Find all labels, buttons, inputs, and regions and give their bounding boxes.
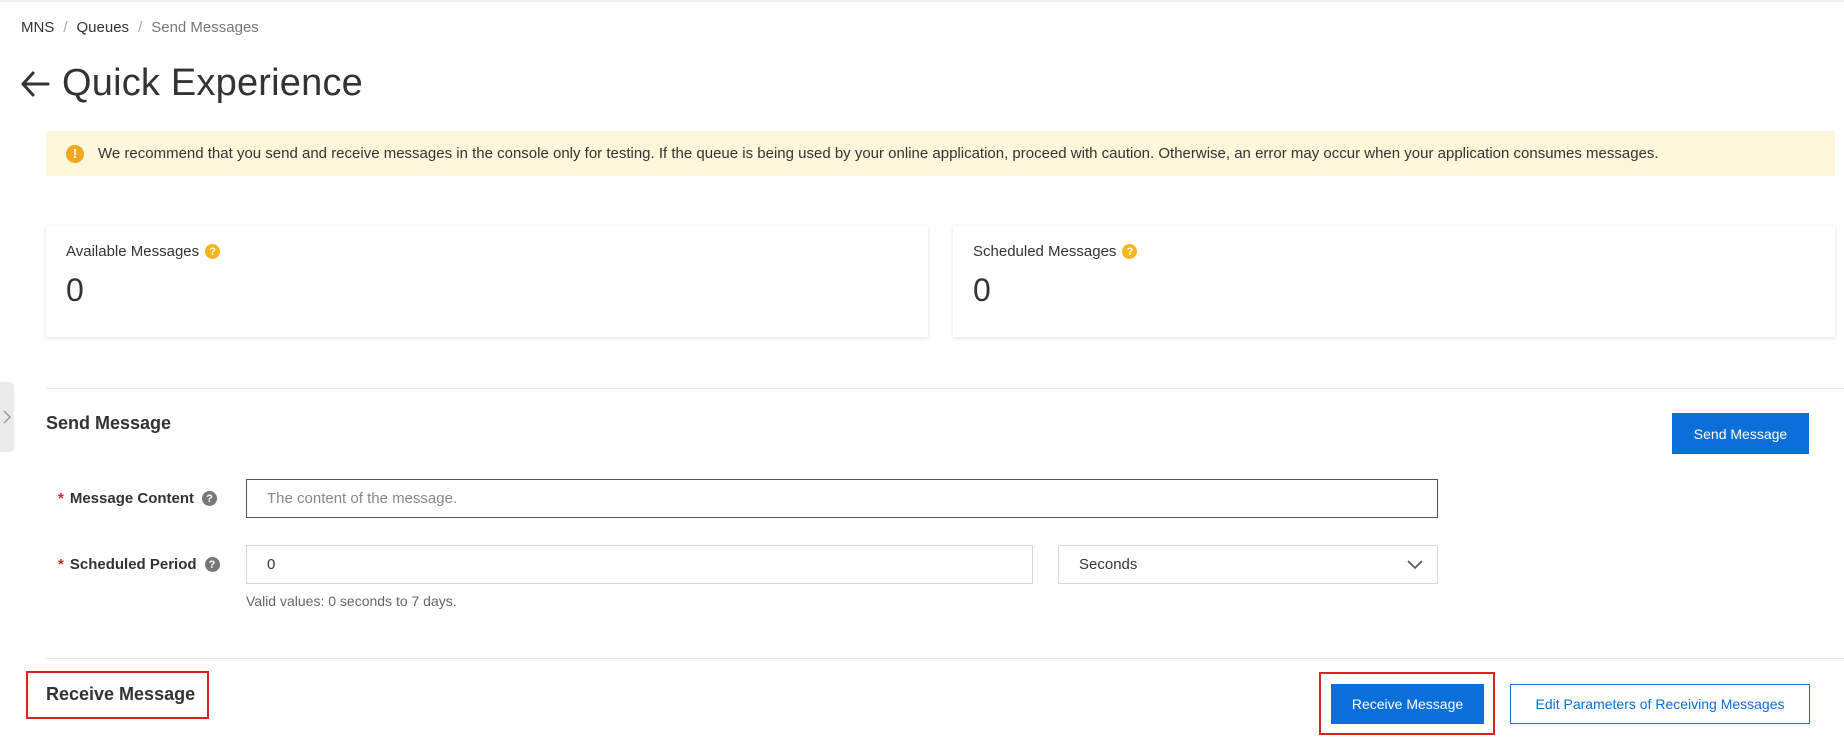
message-content-input[interactable] bbox=[246, 479, 1438, 518]
time-unit-select[interactable]: Seconds bbox=[1058, 545, 1438, 584]
page-header: Quick Experience bbox=[20, 62, 363, 105]
receive-message-section-title: Receive Message bbox=[46, 684, 196, 704]
chevron-right-icon bbox=[3, 410, 11, 424]
available-messages-card: Available Messages ? 0 bbox=[46, 226, 928, 337]
scheduled-period-input[interactable] bbox=[246, 545, 1033, 584]
top-border bbox=[0, 0, 1844, 2]
message-content-label: * Message Content ? bbox=[58, 490, 218, 507]
warning-icon: ! bbox=[66, 144, 84, 163]
time-unit-selected: Seconds bbox=[1079, 556, 1138, 573]
sidebar-expand-toggle[interactable] bbox=[0, 382, 14, 452]
receive-message-button[interactable]: Receive Message bbox=[1331, 684, 1484, 724]
breadcrumb-item-mns[interactable]: MNS bbox=[21, 19, 54, 36]
breadcrumb-item-queues[interactable]: Queues bbox=[77, 19, 130, 36]
chevron-down-icon bbox=[1407, 559, 1423, 569]
breadcrumb-item-current: Send Messages bbox=[151, 19, 259, 36]
section-divider bbox=[46, 658, 1844, 659]
scheduled-period-label-text: Scheduled Period bbox=[69, 556, 197, 573]
page-title: Quick Experience bbox=[62, 62, 364, 104]
help-icon[interactable]: ? bbox=[205, 244, 221, 259]
breadcrumb-separator: / bbox=[138, 19, 143, 36]
required-mark: * bbox=[58, 490, 64, 507]
scheduled-period-hint: Valid values: 0 seconds to 7 days. bbox=[246, 593, 457, 609]
breadcrumb-separator: / bbox=[63, 19, 68, 36]
alert-text: We recommend that you send and receive m… bbox=[98, 145, 1659, 162]
available-messages-value: 0 bbox=[66, 272, 84, 308]
required-mark: * bbox=[58, 556, 64, 573]
help-icon[interactable]: ? bbox=[202, 491, 218, 506]
message-content-label-text: Message Content bbox=[69, 490, 195, 507]
scheduled-messages-card: Scheduled Messages ? 0 bbox=[953, 226, 1835, 337]
breadcrumb: MNS / Queues / Send Messages bbox=[21, 19, 259, 36]
available-messages-label: Available Messages bbox=[66, 243, 200, 260]
scheduled-messages-value: 0 bbox=[973, 272, 991, 308]
send-message-button[interactable]: Send Message bbox=[1672, 413, 1809, 454]
help-icon[interactable]: ? bbox=[1122, 244, 1138, 259]
help-icon[interactable]: ? bbox=[204, 557, 220, 572]
warning-alert: ! We recommend that you send and receive… bbox=[46, 131, 1835, 176]
section-divider bbox=[46, 388, 1844, 389]
scheduled-messages-label: Scheduled Messages bbox=[973, 243, 1117, 260]
scheduled-period-label: * Scheduled Period ? bbox=[58, 556, 220, 573]
edit-receive-parameters-button[interactable]: Edit Parameters of Receiving Messages bbox=[1510, 684, 1810, 724]
send-message-section-title: Send Message bbox=[46, 413, 172, 433]
arrow-left-icon[interactable] bbox=[20, 68, 52, 100]
